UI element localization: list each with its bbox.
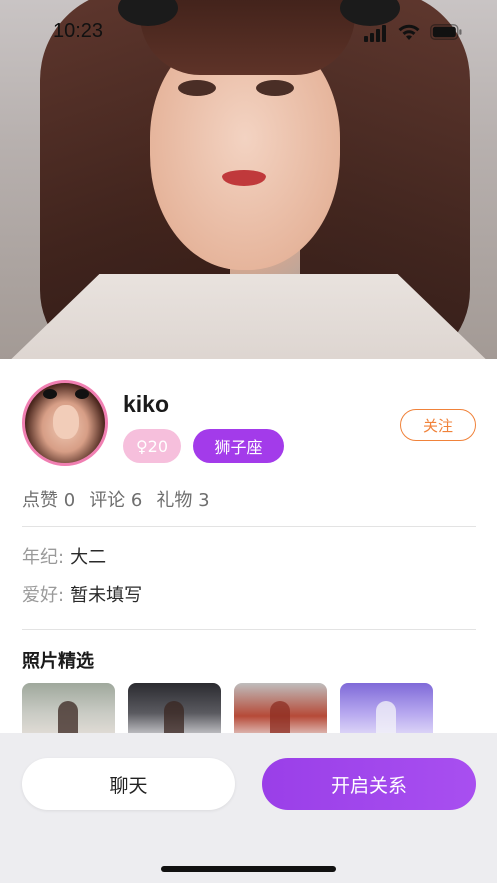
photo-subject: [164, 701, 184, 733]
stats-row: 点赞 0 评论 6 礼物 3: [22, 486, 210, 512]
grade-value: 大二: [70, 547, 107, 568]
bottom-action-bar: 聊天 开启关系: [0, 733, 497, 883]
gifts-count[interactable]: 礼物 3: [156, 490, 209, 511]
eye-left: [178, 80, 216, 96]
divider: [22, 526, 476, 527]
user-name: kiko: [123, 391, 170, 417]
home-indicator[interactable]: [161, 866, 336, 872]
hobby-label: 爱好:: [22, 585, 65, 606]
avatar-face: [53, 405, 79, 439]
hobby-value: 暂未填写: [70, 585, 143, 606]
zodiac-badge: 狮子座: [193, 429, 284, 463]
follow-button[interactable]: 关注: [400, 409, 476, 441]
comments-count[interactable]: 评论 6: [89, 490, 142, 511]
photo-thumbnail[interactable]: [340, 683, 433, 733]
status-time: 10:23: [53, 20, 104, 42]
status-bar: 10:23: [0, 0, 497, 66]
cellular-signal-icon: [364, 24, 390, 42]
chat-button[interactable]: 聊天: [22, 758, 235, 810]
avatar-ear-right: [75, 389, 89, 399]
likes-count[interactable]: 点赞 0: [22, 490, 75, 511]
photo-gallery: [22, 683, 482, 733]
photo-subject: [58, 701, 78, 733]
photos-section-title: 照片精选: [22, 651, 94, 672]
grade-row: 年纪: 大二: [22, 543, 106, 569]
wifi-icon: [398, 24, 420, 40]
battery-icon: [430, 24, 462, 40]
avatar-ear-left: [43, 389, 57, 399]
profile-card: kiko ♀20 狮子座 关注 点赞 0 评论 6 礼物 3 年纪: 大二 爱好: 暂未…: [0, 359, 497, 733]
grade-label: 年纪:: [22, 547, 65, 568]
photo-subject: [376, 701, 396, 733]
photo-subject: [270, 701, 290, 733]
photo-thumbnail[interactable]: [234, 683, 327, 733]
avatar[interactable]: [22, 380, 108, 466]
photo-thumbnail[interactable]: [128, 683, 221, 733]
divider: [22, 629, 476, 630]
eye-right: [256, 80, 294, 96]
photo-thumbnail[interactable]: [22, 683, 115, 733]
hobby-row: 爱好: 暂未填写: [22, 581, 142, 607]
start-relationship-button[interactable]: 开启关系: [262, 758, 476, 810]
gender-age-badge: ♀20: [123, 429, 181, 463]
